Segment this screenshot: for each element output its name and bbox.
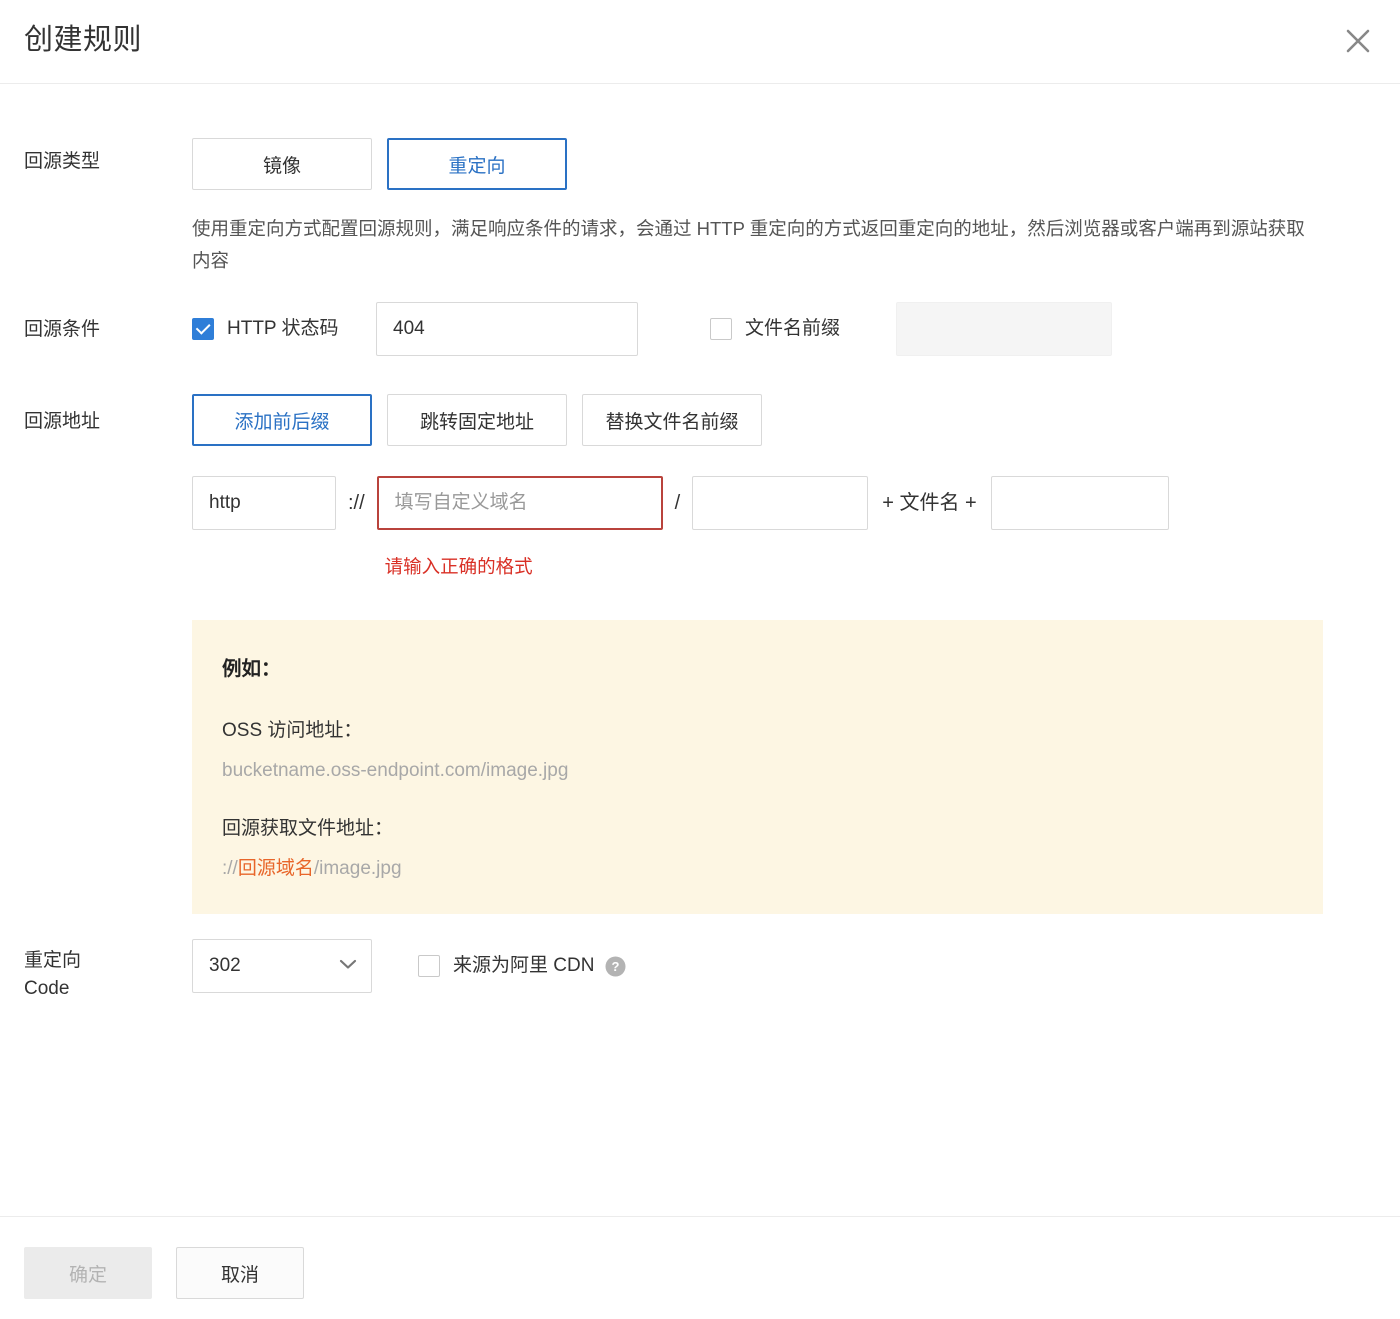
origin-address-content: 添加前后缀 跳转固定地址 替换文件名前缀 :// 请输入正确的格式 / + 文件… <box>192 394 1376 914</box>
mode-jump-fixed-address[interactable]: 跳转固定地址 <box>387 394 567 446</box>
page-title: 创建规则 <box>24 20 142 60</box>
example-origin-suffix: /image.jpg <box>314 858 402 879</box>
domain-error-message: 请输入正确的格式 <box>385 554 663 580</box>
example-origin-prefix: :// <box>222 858 238 879</box>
dialog-header: 创建规则 <box>0 0 1400 84</box>
http-status-code-input[interactable] <box>376 302 638 356</box>
dialog-body: 回源类型 镜像 重定向 使用重定向方式配置回源规则，满足响应条件的请求，会通过 … <box>0 84 1400 1216</box>
row-label-origin-address: 回源地址 <box>24 408 100 436</box>
filename-middle-label: + 文件名 + <box>882 476 976 530</box>
path-suffix-input[interactable] <box>991 476 1169 530</box>
example-origin-highlight: 回源域名 <box>238 858 314 879</box>
ali-cdn-source-checkbox[interactable]: 来源为阿里 CDN ? <box>418 955 626 977</box>
confirm-button[interactable]: 确定 <box>24 1247 152 1299</box>
svg-text:?: ? <box>612 959 620 974</box>
example-box: 例如： OSS 访问地址： bucketname.oss-endpoint.co… <box>192 620 1323 914</box>
origin-type-option-redirect[interactable]: 重定向 <box>387 138 567 190</box>
filename-prefix-input <box>896 302 1112 356</box>
redirect-code-content: 302 来源为阿里 CDN ? <box>192 939 1376 993</box>
question-circle-icon[interactable]: ? <box>605 956 626 977</box>
example-origin-label: 回源获取文件地址： <box>222 814 1293 844</box>
scheme-separator-label: :// <box>348 476 365 530</box>
row-label-redirect-code: 重定向 Code <box>24 947 81 1003</box>
origin-address-url-builder: :// 请输入正确的格式 / + 文件名 + <box>192 476 1376 580</box>
origin-type-option-mirror[interactable]: 镜像 <box>192 138 372 190</box>
row-label-origin-condition: 回源条件 <box>24 316 100 344</box>
origin-type-content: 镜像 重定向 使用重定向方式配置回源规则，满足响应条件的请求，会通过 HTTP … <box>192 138 1376 277</box>
row-label-origin-type: 回源类型 <box>24 148 100 176</box>
slash-separator-label: / <box>675 476 681 530</box>
dialog-footer: 确定 取消 <box>0 1216 1400 1319</box>
redirect-code-select[interactable]: 302 <box>192 939 372 993</box>
redirect-code-select-value[interactable]: 302 <box>192 939 372 993</box>
example-oss-value: bucketname.oss-endpoint.com/image.jpg <box>222 756 1293 786</box>
protocol-input[interactable] <box>192 476 336 530</box>
example-title: 例如： <box>222 654 1293 684</box>
check-icon <box>192 318 214 340</box>
example-oss-label: OSS 访问地址： <box>222 716 1293 746</box>
filename-prefix-checkbox[interactable]: 文件名前缀 <box>710 318 870 340</box>
path-prefix-input[interactable] <box>692 476 868 530</box>
origin-type-segment-group: 镜像 重定向 <box>192 138 1376 190</box>
http-status-checkbox[interactable]: HTTP 状态码 <box>192 318 352 340</box>
http-status-checkbox-label: HTTP 状态码 <box>227 318 339 340</box>
ali-cdn-source-label: 来源为阿里 CDN <box>453 955 594 977</box>
checkbox-box-icon <box>710 318 732 340</box>
mode-add-prefix-suffix[interactable]: 添加前后缀 <box>192 394 372 446</box>
origin-address-mode-group: 添加前后缀 跳转固定地址 替换文件名前缀 <box>192 394 1376 446</box>
close-icon[interactable] <box>1340 23 1376 59</box>
checkbox-box-icon <box>418 955 440 977</box>
example-origin-value: ://回源域名/image.jpg <box>222 854 1293 884</box>
mode-replace-filename-prefix[interactable]: 替换文件名前缀 <box>582 394 762 446</box>
origin-type-description: 使用重定向方式配置回源规则，满足响应条件的请求，会通过 HTTP 重定向的方式返… <box>192 213 1312 277</box>
filename-prefix-checkbox-label: 文件名前缀 <box>745 318 840 340</box>
custom-domain-input[interactable] <box>377 476 663 530</box>
origin-condition-content: HTTP 状态码 文件名前缀 <box>192 302 1376 356</box>
cancel-button[interactable]: 取消 <box>176 1247 304 1299</box>
